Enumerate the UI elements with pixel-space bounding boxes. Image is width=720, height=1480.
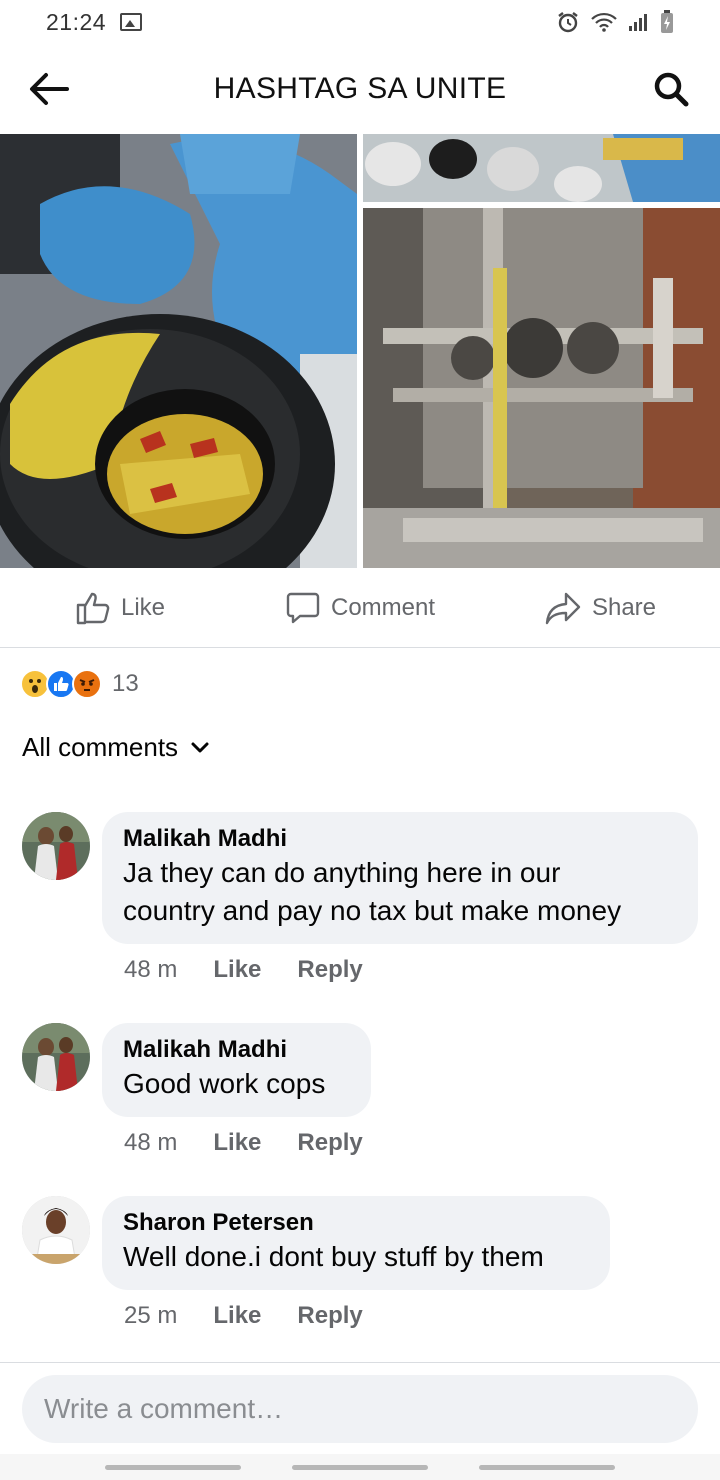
page-title: HASHTAG SA UNITE bbox=[213, 72, 507, 105]
comment-author[interactable]: Malikah Madhi bbox=[123, 1035, 349, 1065]
signal-icon bbox=[629, 14, 647, 31]
system-nav-bar bbox=[0, 1454, 720, 1480]
comment-time: 25 m bbox=[124, 1302, 178, 1329]
comment-reply-button[interactable]: Reply bbox=[297, 1302, 362, 1330]
post-photo-cans[interactable] bbox=[363, 134, 720, 202]
like-label: Like bbox=[120, 593, 166, 621]
alarm-icon bbox=[558, 12, 578, 33]
comment-text: Good work cops bbox=[123, 1068, 326, 1099]
page-header: HASHTAG SA UNITE bbox=[0, 44, 720, 134]
comment-reply-button[interactable]: Reply bbox=[297, 956, 362, 984]
search-button[interactable] bbox=[648, 66, 694, 112]
comment-bubble[interactable]: Sharon Petersen Well done.i dont buy stu… bbox=[102, 1196, 610, 1290]
share-label: Share bbox=[591, 593, 657, 621]
comment-time: 48 m bbox=[124, 1129, 178, 1156]
comment-text: Ja they can do anything here in our coun… bbox=[123, 854, 676, 930]
image-icon bbox=[120, 13, 143, 31]
comment-meta: 48 m Like Reply bbox=[124, 1129, 363, 1157]
comment-text-line: Ja they can do anything here in our bbox=[123, 857, 561, 888]
comment-bubble[interactable]: Malikah Madhi Ja they can do anything he… bbox=[102, 812, 698, 944]
comment-button[interactable]: Comment bbox=[240, 590, 480, 626]
comment-like-button[interactable]: Like bbox=[213, 1129, 261, 1157]
arrow-left-icon bbox=[30, 73, 69, 105]
comment-author[interactable]: Malikah Madhi bbox=[123, 824, 676, 854]
comments-filter-dropdown[interactable]: All comments bbox=[22, 732, 210, 763]
like-button[interactable]: Like bbox=[0, 590, 240, 626]
comment-time: 48 m bbox=[124, 956, 178, 983]
comment-label: Comment bbox=[330, 593, 436, 621]
post-action-bar: Like Comment Share bbox=[0, 568, 720, 648]
comment-text: Well done.i dont buy stuff by them bbox=[123, 1241, 544, 1272]
comment-like-button[interactable]: Like bbox=[213, 1302, 261, 1330]
comment-bubble[interactable]: Malikah Madhi Good work cops bbox=[102, 1023, 371, 1117]
nav-back-handle[interactable] bbox=[478, 1464, 615, 1470]
reaction-count: 13 bbox=[112, 670, 139, 697]
speech-bubble-icon bbox=[286, 592, 320, 623]
comment-meta: 25 m Like Reply bbox=[124, 1302, 363, 1330]
thumbs-up-icon bbox=[76, 592, 110, 624]
comments-filter-label: All comments bbox=[22, 732, 179, 762]
reaction-summary[interactable]: 13 bbox=[20, 666, 139, 702]
nav-recents-handle[interactable] bbox=[105, 1464, 242, 1470]
angry-reaction-icon bbox=[72, 669, 102, 699]
status-icons bbox=[556, 10, 674, 34]
post-photos bbox=[0, 134, 720, 568]
comment-input[interactable] bbox=[22, 1375, 698, 1443]
back-button[interactable] bbox=[26, 66, 72, 112]
comment-meta: 48 m Like Reply bbox=[124, 956, 363, 984]
post-photo-snacks[interactable] bbox=[0, 134, 357, 568]
nav-home-handle[interactable] bbox=[291, 1464, 428, 1470]
search-icon bbox=[654, 72, 689, 107]
chevron-down-icon bbox=[191, 742, 209, 752]
share-arrow-icon bbox=[545, 592, 581, 624]
comment-author[interactable]: Sharon Petersen bbox=[123, 1208, 588, 1238]
comment-like-button[interactable]: Like bbox=[213, 956, 261, 984]
comment-text-line: country and pay no tax but make money bbox=[123, 895, 622, 926]
wifi-icon bbox=[591, 12, 617, 32]
avatar[interactable] bbox=[22, 812, 90, 880]
status-time: 21:24 bbox=[46, 8, 107, 35]
comment-reply-button[interactable]: Reply bbox=[297, 1129, 362, 1157]
avatar[interactable] bbox=[22, 1196, 90, 1264]
post-photo-machine[interactable] bbox=[363, 208, 720, 568]
share-button[interactable]: Share bbox=[480, 590, 720, 626]
status-bar: 21:24 bbox=[0, 0, 720, 44]
battery-icon bbox=[661, 10, 673, 33]
avatar[interactable] bbox=[22, 1023, 90, 1091]
